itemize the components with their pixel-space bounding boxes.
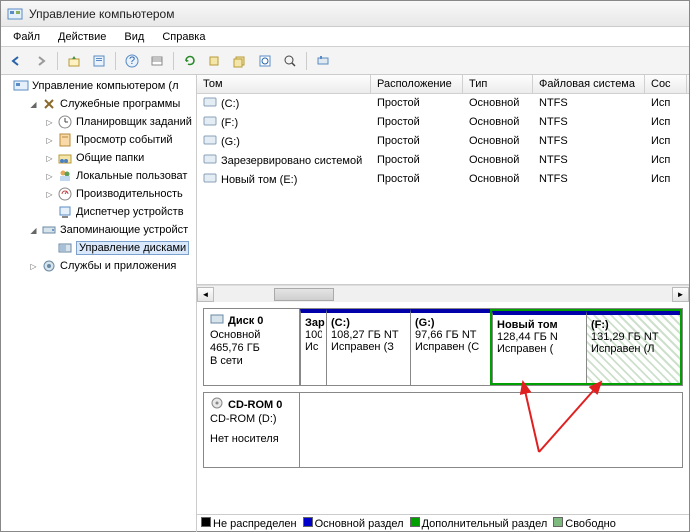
volume-row[interactable]: (F:)ПростойОсновнойNTFSИсп bbox=[197, 113, 689, 132]
partition-reserved[interactable]: Зар 100 Ис bbox=[300, 309, 326, 385]
scroll-thumb[interactable] bbox=[274, 288, 334, 301]
menu-help[interactable]: Справка bbox=[154, 29, 213, 45]
users-icon bbox=[57, 168, 73, 184]
expand-icon[interactable]: ▷ bbox=[45, 118, 54, 127]
svg-text:?: ? bbox=[129, 55, 135, 67]
volume-icon bbox=[203, 173, 217, 183]
right-pane: Том Расположение Тип Файловая система Со… bbox=[197, 75, 689, 532]
volume-icon bbox=[203, 116, 217, 126]
horizontal-scrollbar[interactable]: ◄ ► bbox=[197, 285, 689, 302]
partition-e[interactable]: Новый том 128,44 ГБ N Исправен ( bbox=[492, 311, 586, 383]
disk-icon bbox=[210, 313, 224, 328]
scroll-right-icon[interactable]: ► bbox=[672, 287, 689, 302]
tree-pane: Управление компьютером (л ◢ Служебные пр… bbox=[1, 75, 197, 532]
tree-devmgr[interactable]: Диспетчер устройств bbox=[1, 203, 196, 221]
legend: Не распределен Основной раздел Дополните… bbox=[197, 514, 689, 532]
collapse-icon[interactable]: ◢ bbox=[29, 226, 38, 235]
menu-view[interactable]: Вид bbox=[116, 29, 152, 45]
volume-icon bbox=[203, 154, 217, 164]
tree-system-tools[interactable]: ◢ Служебные программы bbox=[1, 95, 196, 113]
col-status[interactable]: Сос bbox=[645, 75, 687, 93]
volume-list-header: Том Расположение Тип Файловая система Со… bbox=[197, 75, 689, 94]
partition-f[interactable]: (F:) 131,29 ГБ NT Исправен (Л bbox=[586, 311, 680, 383]
view-list-button[interactable] bbox=[146, 50, 168, 72]
disk0-info: Диск 0 Основной 465,76 ГБ В сети bbox=[204, 309, 300, 385]
toolbar: ? bbox=[1, 47, 689, 75]
disk0-row[interactable]: Диск 0 Основной 465,76 ГБ В сети Зар 100… bbox=[203, 308, 683, 386]
disk-graphical-area: Диск 0 Основной 465,76 ГБ В сети Зар 100… bbox=[197, 302, 689, 514]
menu-file[interactable]: Файл bbox=[5, 29, 48, 45]
tree-scheduler[interactable]: ▷Планировщик заданий bbox=[1, 113, 196, 131]
tree-shared[interactable]: ▷Общие папки bbox=[1, 149, 196, 167]
tree-local-users[interactable]: ▷Локальные пользоват bbox=[1, 167, 196, 185]
tool-button-3[interactable] bbox=[254, 50, 276, 72]
expand-icon[interactable]: ▷ bbox=[45, 172, 54, 181]
col-type[interactable]: Тип bbox=[463, 75, 533, 93]
col-layout[interactable]: Расположение bbox=[371, 75, 463, 93]
scroll-left-icon[interactable]: ◄ bbox=[197, 287, 214, 302]
tree-eventviewer[interactable]: ▷Просмотр событий bbox=[1, 131, 196, 149]
up-button[interactable] bbox=[63, 50, 85, 72]
tool-button-4[interactable] bbox=[279, 50, 301, 72]
col-filesystem[interactable]: Файловая система bbox=[533, 75, 645, 93]
expand-icon[interactable]: ▷ bbox=[45, 190, 54, 199]
properties-button[interactable] bbox=[88, 50, 110, 72]
tool-button-2[interactable] bbox=[229, 50, 251, 72]
volume-icon bbox=[203, 135, 217, 145]
storage-icon bbox=[41, 222, 57, 238]
partition-g[interactable]: (G:) 97,66 ГБ NT Исправен (С bbox=[410, 309, 490, 385]
col-volume[interactable]: Том bbox=[197, 75, 371, 93]
refresh-button[interactable] bbox=[179, 50, 201, 72]
expand-icon[interactable]: ▷ bbox=[45, 154, 54, 163]
cdrom-row[interactable]: CD-ROM 0 CD-ROM (D:) Нет носителя bbox=[203, 392, 683, 468]
expand-icon[interactable]: ▷ bbox=[45, 136, 54, 145]
forward-button[interactable] bbox=[30, 50, 52, 72]
device-icon bbox=[57, 204, 73, 220]
window-title: Управление компьютером bbox=[29, 7, 174, 21]
expand-icon[interactable]: ▷ bbox=[29, 262, 38, 271]
cdrom-icon bbox=[210, 397, 224, 412]
tool-button-1[interactable] bbox=[204, 50, 226, 72]
volume-icon bbox=[203, 97, 217, 107]
partition-c[interactable]: (C:) 108,27 ГБ NT Исправен (З bbox=[326, 309, 410, 385]
tool-button-5[interactable] bbox=[312, 50, 334, 72]
tools-icon bbox=[41, 96, 57, 112]
help-button[interactable]: ? bbox=[121, 50, 143, 72]
computer-icon bbox=[13, 78, 29, 94]
tree-services[interactable]: ▷Службы и приложения bbox=[1, 257, 196, 275]
collapse-icon[interactable]: ◢ bbox=[29, 100, 38, 109]
extended-partition: Новый том 128,44 ГБ N Исправен ( (F:) 13… bbox=[490, 309, 682, 385]
menu-action[interactable]: Действие bbox=[50, 29, 114, 45]
clock-icon bbox=[57, 114, 73, 130]
tree-root[interactable]: Управление компьютером (л bbox=[1, 77, 196, 95]
volume-row[interactable]: Новый том (E:)ПростойОсновнойNTFSИсп bbox=[197, 170, 689, 189]
cdrom-info: CD-ROM 0 CD-ROM (D:) Нет носителя bbox=[204, 393, 300, 467]
volume-row[interactable]: (C:)ПростойОсновнойNTFSИсп bbox=[197, 94, 689, 113]
app-icon bbox=[7, 6, 23, 22]
volume-row[interactable]: Зарезервировано системойПростойОсновнойN… bbox=[197, 151, 689, 170]
perf-icon bbox=[57, 186, 73, 202]
disk0-partitions: Зар 100 Ис (C:) 108,27 ГБ NT Исправен (З… bbox=[300, 309, 682, 385]
disk-icon bbox=[57, 240, 73, 256]
back-button[interactable] bbox=[5, 50, 27, 72]
tree-diskmgmt[interactable]: Управление дисками bbox=[1, 239, 196, 257]
tree-performance[interactable]: ▷Производительность bbox=[1, 185, 196, 203]
event-icon bbox=[57, 132, 73, 148]
services-icon bbox=[41, 258, 57, 274]
volume-row[interactable]: (G:)ПростойОсновнойNTFSИсп bbox=[197, 132, 689, 151]
folder-shared-icon bbox=[57, 150, 73, 166]
volume-list: Том Расположение Тип Файловая система Со… bbox=[197, 75, 689, 285]
titlebar: Управление компьютером bbox=[1, 1, 689, 27]
menubar: Файл Действие Вид Справка bbox=[1, 27, 689, 47]
tree-storage[interactable]: ◢Запоминающие устройст bbox=[1, 221, 196, 239]
